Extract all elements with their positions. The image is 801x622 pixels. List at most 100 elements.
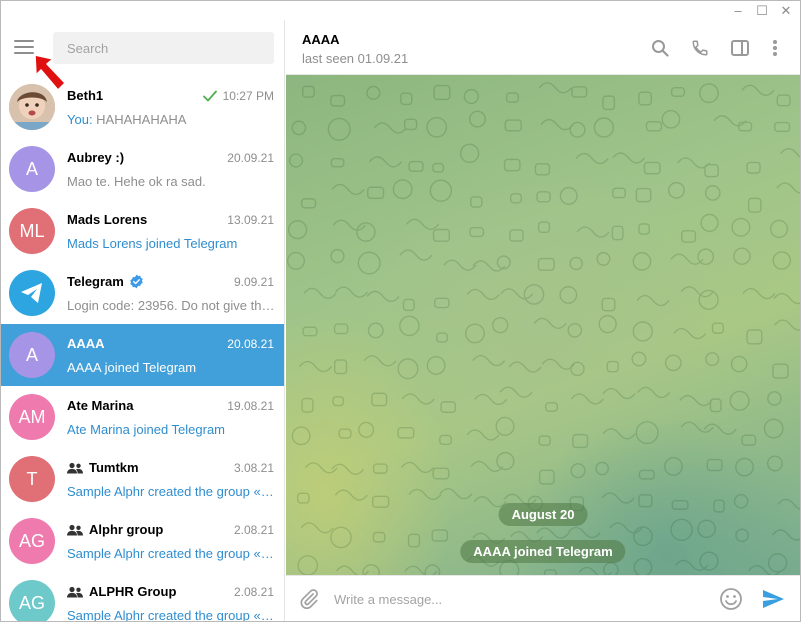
chat-item[interactable]: T Tumtkm 3.08.21 Sample Alphr created the g… [1, 448, 284, 510]
message-input[interactable] [334, 585, 714, 613]
chat-preview: You: HAHAHAHAHA [67, 112, 275, 127]
chat-date-text: 9.09.21 [233, 275, 274, 289]
chat-date-text: 20.08.21 [227, 337, 274, 351]
minimize-button[interactable]: – [726, 1, 750, 20]
chat-name-text: ALPHR Group [89, 584, 177, 599]
chat-name-text: Alphr group [89, 522, 164, 537]
phone-icon[interactable] [689, 37, 711, 59]
search-icon[interactable] [649, 37, 671, 59]
chat-title[interactable]: AAAA [302, 32, 340, 47]
chat-preview-text: HAHAHAHAHA [96, 112, 187, 127]
chat-preview: Sample Alphr created the group «Tumtkm» [67, 484, 275, 499]
chat-date-text: 19.08.21 [227, 399, 274, 413]
group-icon [67, 586, 83, 598]
chat-date: 3.08.21 [234, 461, 274, 475]
chat-date-text: 13.09.21 [227, 213, 274, 227]
chat-preview-text: Sample Alphr created the group «Tumtkm» [67, 484, 275, 499]
chat-item[interactable]: A Aubrey :) 20.09.21 Mao te. Hehe ok ra sad… [1, 138, 284, 200]
chat-name: Aubrey :) [67, 150, 124, 165]
chat-preview-text: Ate Marina joined Telegram [67, 422, 226, 437]
chat-date: 20.08.21 [227, 337, 274, 351]
chat-date: 9.09.21 [234, 275, 274, 289]
chat-name: Tumtkm [67, 460, 139, 475]
chat-name: Beth1 [67, 88, 103, 103]
chat-item[interactable]: AM Ate Marina 19.08.21 Ate Marina joined Te… [1, 386, 284, 448]
chat-name-text: Aubrey :) [67, 150, 125, 165]
chat-name-text: Telegram [67, 274, 124, 289]
group-icon [67, 524, 83, 536]
chat-preview-text: Sample Alphr created the group «Alphr gr… [67, 546, 275, 561]
red-arrow-annotation [34, 54, 66, 91]
close-button[interactable]: ✕ [774, 1, 798, 20]
chat-date-text: 20.09.21 [227, 151, 274, 165]
chat-date: 20.09.21 [227, 151, 274, 165]
chat-item[interactable]: ML Mads Lorens 13.09.21 Mads Lorens joined … [1, 200, 284, 262]
messages-area[interactable]: August 20 AAAA joined Telegram [286, 75, 800, 575]
avatar: T [9, 456, 55, 502]
chat-status: last seen 01.09.21 [302, 51, 409, 66]
chat-date-text: 3.08.21 [233, 461, 274, 475]
search-input[interactable] [53, 32, 274, 64]
chat-name-text: Beth1 [67, 88, 104, 103]
read-check-icon [202, 90, 217, 102]
chat-name: Ate Marina [67, 398, 133, 413]
chat-date-text: 2.08.21 [233, 523, 274, 537]
more-vertical-icon[interactable] [764, 37, 786, 59]
chat-preview: Sample Alphr created the group «Alphr gr… [67, 546, 275, 561]
conversation-pane: AAAA last seen 01.09.21 August 20 AAAA j… [286, 20, 800, 621]
avatar: AM [9, 394, 55, 440]
verified-icon [129, 274, 144, 289]
chat-name-text: Ate Marina [67, 398, 134, 413]
chat-item[interactable]: Telegram 9.09.21 Login code: 23956. Do not… [1, 262, 284, 324]
send-icon[interactable] [761, 587, 785, 611]
chat-preview-text: AAAA joined Telegram [67, 360, 197, 375]
chat-name: Alphr group [67, 522, 163, 537]
chat-date: 19.08.21 [227, 399, 274, 413]
chat-date: 10:27 PM [202, 89, 274, 103]
telegram-window: – ☐ ✕ Beth1 10:27 PM You: HAHAHAHAHA A Aubre… [0, 0, 801, 622]
chat-date: 13.09.21 [227, 213, 274, 227]
avatar: AG [9, 518, 55, 564]
chat-name: ALPHR Group [67, 584, 176, 599]
chat-preview: Login code: 23956. Do not give this code… [67, 298, 275, 313]
chat-list: Beth1 10:27 PM You: HAHAHAHAHA A Aubrey :) 20… [1, 76, 284, 621]
chat-list-pane: Beth1 10:27 PM You: HAHAHAHAHA A Aubrey :) 20… [1, 20, 285, 621]
attach-icon[interactable] [298, 588, 320, 610]
wallpaper-pattern [287, 82, 800, 575]
sidebar-toggle-icon[interactable] [729, 37, 751, 59]
chat-item[interactable]: AG Alphr group 2.08.21 Sample Alphr created… [1, 510, 284, 572]
composer [286, 575, 800, 621]
title-bar: – ☐ ✕ [1, 1, 800, 20]
chat-preview-text: Mads Lorens joined Telegram [67, 236, 238, 251]
chat-name-text: AAAA [67, 336, 105, 351]
chat-name-text: Mads Lorens [67, 212, 148, 227]
chat-preview: Sample Alphr created the group «ALPHR Gr… [67, 608, 275, 621]
chat-preview: Mao te. Hehe ok ra sad. [67, 174, 275, 189]
telegram-logo-icon [9, 270, 55, 316]
avatar: AG [9, 580, 55, 621]
maximize-button[interactable]: ☐ [750, 1, 774, 20]
avatar: A [9, 332, 55, 378]
chat-preview-text: Mao te. Hehe ok ra sad. [67, 174, 206, 189]
chat-preview: AAAA joined Telegram [67, 360, 275, 375]
avatar: ML [9, 208, 55, 254]
avatar: A [9, 146, 55, 192]
date-separator: August 20 [498, 503, 588, 526]
emoji-icon[interactable] [719, 587, 743, 611]
service-message: AAAA joined Telegram [460, 540, 626, 563]
chat-item[interactable]: AG ALPHR Group 2.08.21 Sample Alphr created… [1, 572, 284, 621]
you-prefix: You: [67, 112, 97, 127]
chat-preview-text: Sample Alphr created the group «ALPHR Gr… [67, 608, 275, 621]
chat-preview-text: Login code: 23956. Do not give this code… [67, 298, 275, 313]
chat-name: Mads Lorens [67, 212, 147, 227]
chat-name: AAAA [67, 336, 105, 351]
chat-date: 2.08.21 [234, 523, 274, 537]
chat-preview: Ate Marina joined Telegram [67, 422, 275, 437]
group-icon [67, 462, 83, 474]
chat-header: AAAA last seen 01.09.21 [286, 20, 800, 75]
chat-date-text: 2.08.21 [233, 585, 274, 599]
chat-item[interactable]: A AAAA 20.08.21 AAAA joined Telegram [1, 324, 284, 386]
chat-name-text: Tumtkm [89, 460, 139, 475]
chat-date: 2.08.21 [234, 585, 274, 599]
chat-preview: Mads Lorens joined Telegram [67, 236, 275, 251]
